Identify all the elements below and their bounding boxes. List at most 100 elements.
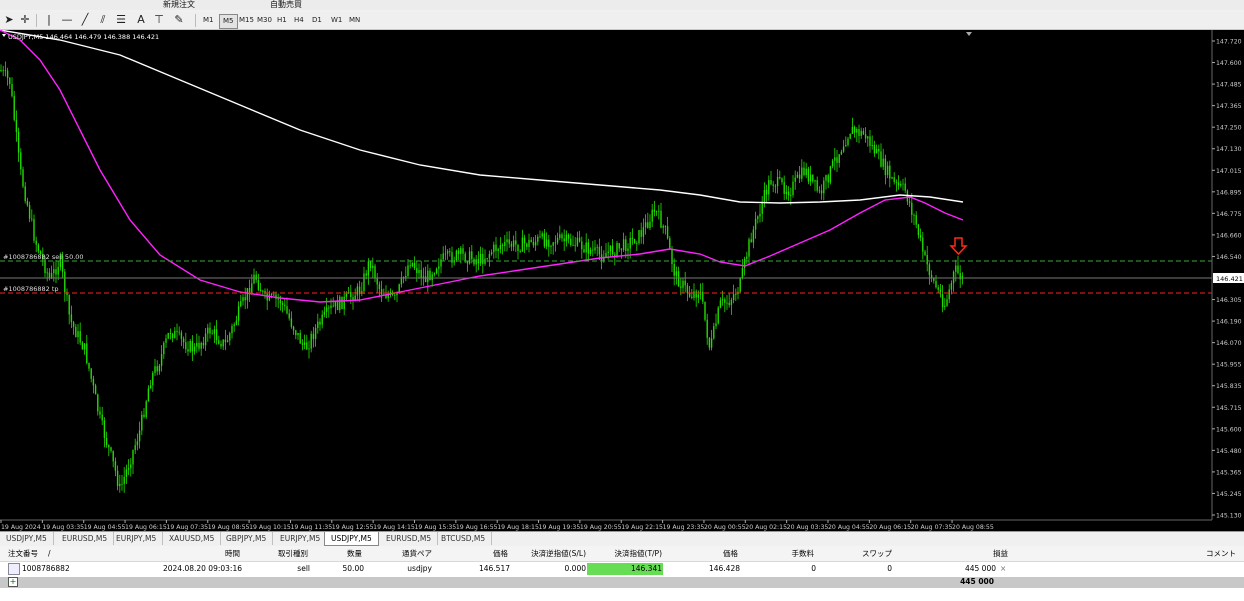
candle-body	[834, 157, 836, 161]
sell-line-label: #1008786882 sell 50.00	[3, 253, 84, 261]
chart-shift-marker-icon[interactable]	[966, 32, 972, 36]
tab-xauusd-m5-3[interactable]: XAUUSD,M5	[163, 532, 222, 545]
candle-body	[871, 145, 873, 146]
candle-body	[950, 283, 953, 290]
tab-usdjpy-m5-6[interactable]: USDJPY,M5	[324, 532, 379, 546]
time-tick-label: 20 Aug 02:15	[745, 524, 787, 531]
order-sl[interactable]: 0.000	[520, 563, 586, 575]
col-commission[interactable]: 手数料	[770, 548, 815, 560]
candle-body	[20, 152, 22, 170]
timeframe-w1[interactable]: W1	[328, 14, 345, 27]
col-price[interactable]: 価格	[690, 548, 738, 560]
candle-body	[409, 265, 411, 267]
candle-body	[372, 265, 374, 269]
chart-menu-icon[interactable]	[2, 34, 6, 37]
tab-eurusd-m5-7[interactable]: EURUSD,M5	[380, 532, 439, 545]
timeframe-mn[interactable]: MN	[346, 14, 363, 27]
candle-body	[515, 240, 517, 245]
crosshair-icon[interactable]: ✛	[18, 13, 32, 27]
price-chart[interactable]: #1008786882 sell 50.00 #1008786882 tp US…	[0, 29, 1244, 531]
horizontal-line-icon[interactable]: —	[60, 13, 74, 27]
price-tick-label: 145.130	[1216, 513, 1242, 520]
new-order-button[interactable]: 新規注文	[163, 0, 195, 10]
col-sort[interactable]: /	[48, 548, 51, 560]
col-time[interactable]: 時間	[190, 548, 240, 560]
auto-trade-button[interactable]: 自動売買	[270, 0, 302, 10]
candle-body	[339, 296, 341, 311]
candle-body	[24, 186, 26, 202]
col-symbol[interactable]: 通貨ペア	[380, 548, 432, 560]
tab-eurjpy-m5-5[interactable]: EURJPY,M5	[274, 532, 328, 545]
timeframe-m30[interactable]: M30	[254, 14, 275, 27]
candle-body	[490, 252, 493, 255]
price-tick-label: 145.365	[1216, 469, 1242, 476]
candle-body	[570, 238, 572, 245]
candle-body	[301, 343, 304, 345]
price-tick-label: 147.015	[1216, 168, 1242, 175]
channel-icon[interactable]: ⫽	[96, 13, 110, 27]
candle-body	[28, 205, 31, 219]
candle-body	[702, 291, 704, 302]
tab-gbpjpy-m5-4[interactable]: GBPJPY,M5	[220, 532, 274, 545]
col-swap[interactable]: スワップ	[840, 548, 892, 560]
text-tool-icon[interactable]: A	[134, 13, 148, 27]
candle-body	[944, 305, 946, 308]
tab-btcusd-m5-8[interactable]: BTCUSD,M5	[435, 532, 493, 545]
col-open-price[interactable]: 価格	[460, 548, 508, 560]
candle-body	[647, 222, 649, 228]
candle-body	[17, 132, 20, 153]
time-axis[interactable]: 19 Aug 2024 19 Aug 03:35 19 Aug 04:55 19 Au…	[0, 520, 994, 531]
chart-tabs: USDJPY,M5 EURUSD,M5 EURJPY,M5 XAUUSD,M5 GBPJ…	[0, 531, 1244, 546]
candle-body	[915, 215, 917, 225]
shapes-dropdown-icon[interactable]: ✎	[172, 13, 186, 27]
col-tp[interactable]: 決済指値(T/P)	[590, 548, 662, 560]
tab-usdjpy-m5-0[interactable]: USDJPY,M5	[0, 532, 54, 545]
candle-body	[204, 333, 207, 346]
candle-body	[138, 430, 141, 442]
candle-body	[884, 158, 887, 176]
candle-body	[772, 184, 774, 186]
time-tick-label: 19 Aug 2024	[1, 524, 41, 531]
col-type[interactable]: 取引種別	[260, 548, 308, 560]
label-tool-icon[interactable]: ⊤	[152, 13, 166, 27]
candle-body	[224, 339, 227, 342]
timeframe-m5[interactable]: M5	[219, 14, 238, 29]
timeframe-h4[interactable]: H4	[291, 14, 307, 27]
expand-icon[interactable]: +	[8, 577, 18, 587]
close-order-icon[interactable]: ×	[1000, 563, 1006, 575]
candle-body	[462, 248, 464, 254]
candle-body	[136, 441, 139, 446]
candle-body	[642, 227, 645, 237]
trade-terminal: 注文番号 / 時間 取引種別 数量 通貨ペア 価格 決済逆指値(S/L) 決済指…	[0, 546, 1244, 601]
col-volume[interactable]: 数量	[320, 548, 362, 560]
current-price-tag: 146.421	[1213, 273, 1244, 283]
candle-body	[717, 307, 719, 324]
vertical-line-icon[interactable]: |	[42, 13, 56, 27]
candle-body	[636, 243, 638, 244]
timeframe-h1[interactable]: H1	[274, 14, 290, 27]
price-tick-label: 145.835	[1216, 383, 1242, 390]
price-tick-label: 146.895	[1216, 189, 1242, 196]
cursor-icon[interactable]: ➤	[2, 13, 16, 27]
timeframe-d1[interactable]: D1	[309, 14, 325, 27]
candle-body	[609, 245, 612, 252]
trendline-icon[interactable]: ╱	[78, 13, 92, 27]
order-row[interactable]: 1008786882 2024.08.20 09:03:16 sell 50.0…	[0, 563, 1244, 576]
candle-body	[759, 213, 761, 217]
candle-body	[72, 322, 75, 327]
candle-body	[891, 177, 893, 179]
order-tp[interactable]: 146.341	[590, 563, 662, 575]
tab-eurusd-m5-1[interactable]: EURUSD,M5	[56, 532, 115, 545]
price-tick-label: 145.245	[1216, 491, 1242, 498]
fibonacci-icon[interactable]: ☰	[114, 13, 128, 27]
col-sl[interactable]: 決済逆指値(S/L)	[510, 548, 586, 560]
candle-body	[209, 327, 211, 334]
timeframe-m1[interactable]: M1	[200, 14, 217, 27]
col-profit[interactable]: 損益	[950, 548, 1008, 560]
candle-body	[897, 182, 900, 186]
col-comment[interactable]: コメント	[1190, 548, 1236, 560]
col-ticket[interactable]: 注文番号	[8, 548, 38, 560]
candle-body	[101, 414, 103, 421]
candle-body	[97, 394, 99, 412]
tab-eurjpy-m5-2[interactable]: EURJPY,M5	[110, 532, 164, 545]
